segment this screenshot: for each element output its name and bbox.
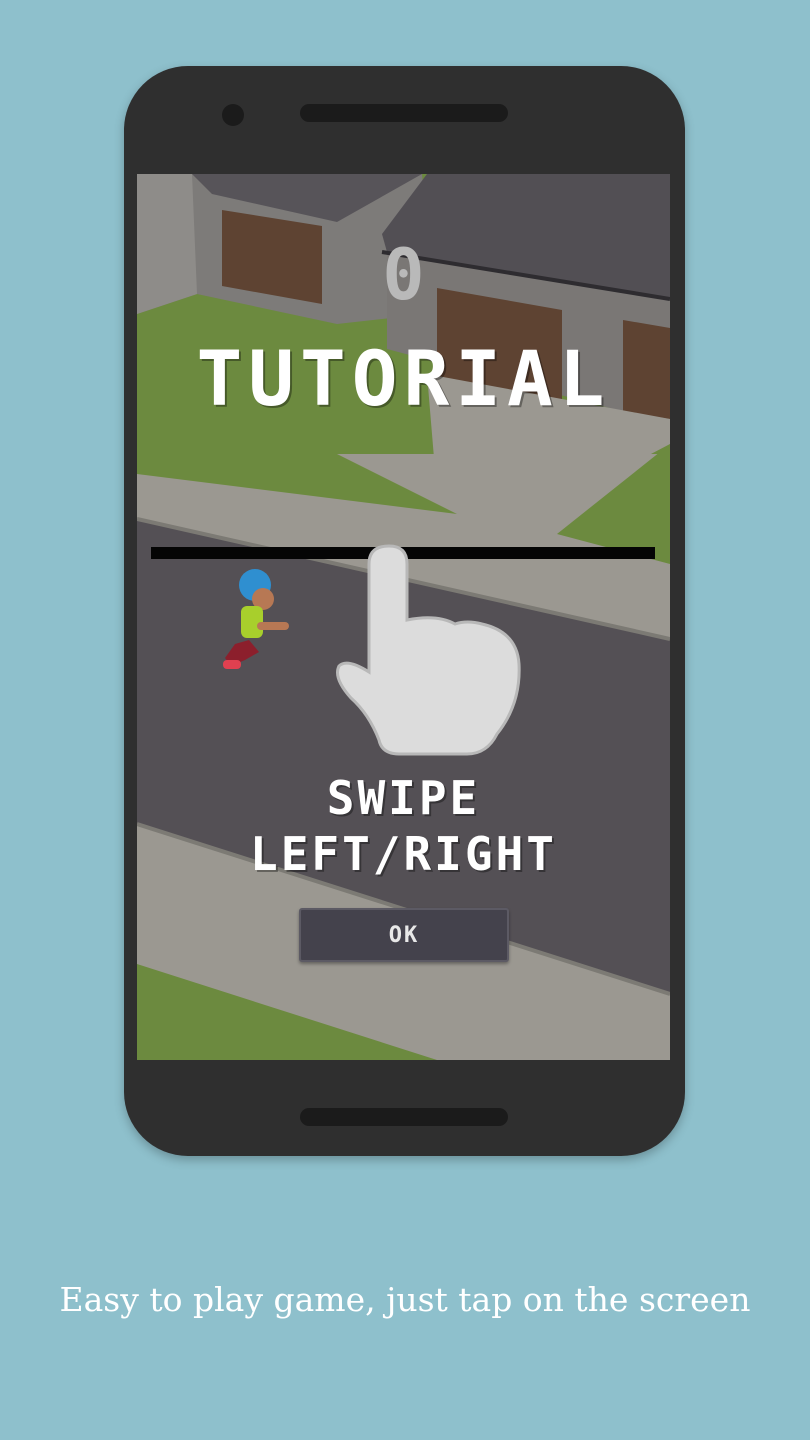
game-screen[interactable]: 0 TUTORIAL SWIPE LEFT/RIGHT OK (137, 174, 670, 1060)
phone-speaker (300, 104, 508, 122)
tutorial-title: TUTORIAL (196, 334, 611, 423)
front-camera (222, 104, 244, 126)
score-counter: 0 (382, 234, 425, 316)
instruction-line-1: SWIPE (326, 771, 481, 825)
instruction-line-2: LEFT/RIGHT (250, 827, 557, 881)
phone-home-bar (300, 1108, 508, 1126)
promo-caption: Easy to play game, just tap on the scree… (59, 1280, 751, 1319)
ok-button[interactable]: OK (299, 908, 509, 962)
instruction-text: SWIPE LEFT/RIGHT (137, 770, 670, 882)
